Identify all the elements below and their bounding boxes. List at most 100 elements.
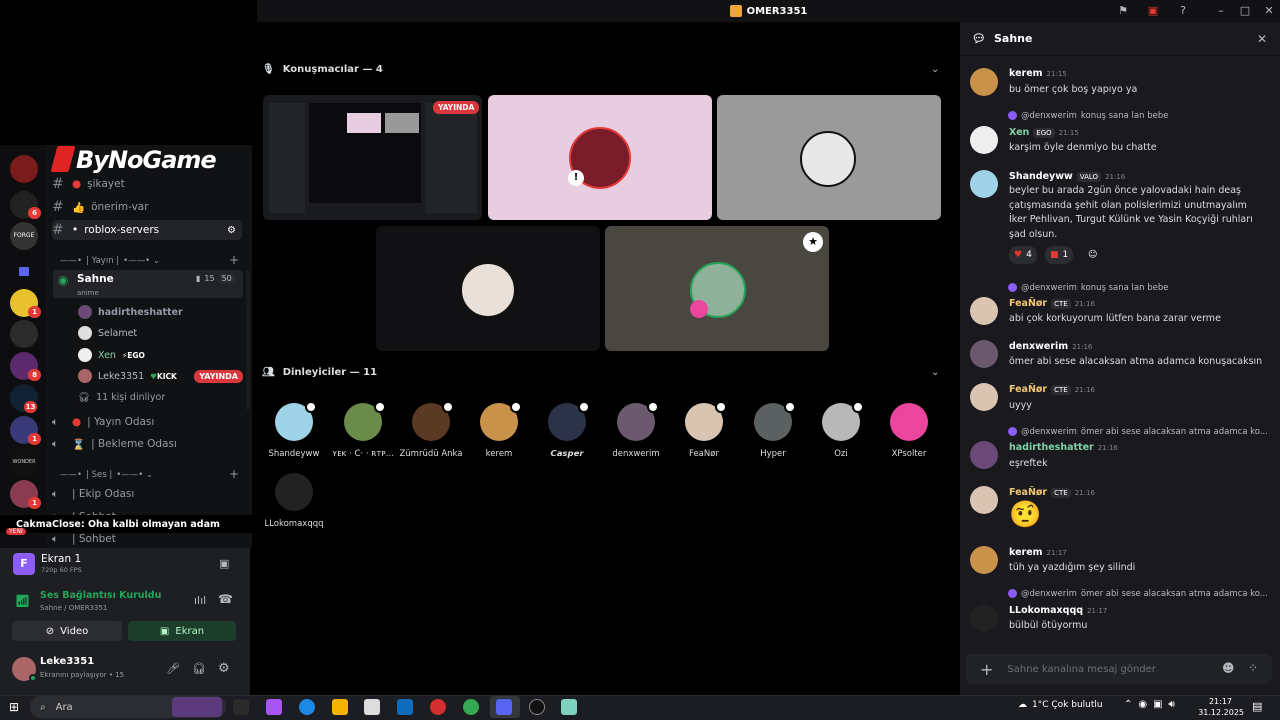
message-avatar[interactable] xyxy=(970,546,998,574)
reply-preview[interactable]: @denxwerim ömer abi sese alacaksan atma a… xyxy=(1008,427,1268,437)
stage-member[interactable]: Leke3351 ♥KICK YAYINDA xyxy=(78,366,243,386)
clock-time[interactable]: 21:17 xyxy=(1202,697,1232,706)
clock-date[interactable]: 31.12.2025 xyxy=(1196,708,1244,717)
reaction-flag[interactable]: ■ 1 xyxy=(1045,246,1074,264)
reaction-heart[interactable]: ♥ 4 xyxy=(1009,246,1037,264)
microphone-icon[interactable]: 🎤︎ xyxy=(166,662,180,675)
notepad-icon[interactable] xyxy=(561,699,577,715)
message-author[interactable]: FeaÑør xyxy=(1009,384,1047,395)
opera-icon[interactable] xyxy=(430,699,446,715)
voice-channel-ekip-odasi[interactable]: 🔈︎ | Ekip Odası xyxy=(52,484,134,504)
message-avatar[interactable] xyxy=(970,297,998,325)
message-author[interactable]: denxwerim xyxy=(1009,341,1068,352)
reply-preview[interactable]: @denxwerim konuş sana lan bebe xyxy=(1008,283,1168,293)
listener[interactable]: denxwerim xyxy=(604,401,668,459)
message-author[interactable]: kerem xyxy=(1009,68,1043,79)
close-window-icon[interactable]: ✕ xyxy=(1262,4,1276,18)
server-icon[interactable]: WONDER xyxy=(10,448,38,476)
listener[interactable]: Shandeyww xyxy=(262,401,326,459)
window-icon[interactable]: ▣ xyxy=(1146,4,1160,18)
chrome-icon[interactable] xyxy=(463,699,479,715)
listener[interactable]: ʏᴇᴋ · Ϲ· · ʀᴛᴘ... xyxy=(331,401,395,459)
task-view-icon[interactable] xyxy=(233,699,249,715)
reply-preview[interactable]: @denxwerim ömer abi sese alacaksan atma a… xyxy=(1008,589,1268,599)
store-icon[interactable] xyxy=(364,699,380,715)
add-channel-icon[interactable]: + xyxy=(229,253,239,267)
message-avatar[interactable] xyxy=(970,441,998,469)
maximize-icon[interactable]: □ xyxy=(1238,4,1252,18)
listener[interactable]: kerem xyxy=(467,401,531,459)
channel-onerim-var[interactable]: # 👍 önerim-var xyxy=(52,197,149,217)
voice-channel-bekleme-odasi[interactable]: 🔈︎ ⌛ | Bekleme Odası xyxy=(52,434,177,454)
stage-member[interactable]: hadirtheshatter xyxy=(78,302,183,322)
message-avatar[interactable] xyxy=(970,126,998,154)
screen-button[interactable]: ▣ Ekran xyxy=(128,621,236,641)
disconnect-icon[interactable]: ☎︎ xyxy=(218,592,233,606)
channel-scrollbar[interactable] xyxy=(246,270,250,410)
speakers-header[interactable]: 🎙︎ Konuşmacılar — 4 xyxy=(262,64,383,75)
message-avatar[interactable] xyxy=(970,68,998,96)
voice-status-title[interactable]: Ses Bağlantısı Kuruldu xyxy=(40,590,161,601)
noise-suppression-icon[interactable]: ılıl xyxy=(194,594,206,607)
listeners-row[interactable]: 🎧︎ 11 kişi dinliyor xyxy=(78,387,165,407)
obs-icon[interactable] xyxy=(529,699,545,715)
stage-member[interactable]: Selamet xyxy=(78,323,137,343)
settings-icon[interactable]: ⚙ xyxy=(218,661,230,676)
category-yayin[interactable]: ——• | Yayın | •——• ⌄ xyxy=(60,256,160,266)
close-chat-icon[interactable]: ✕ xyxy=(1257,32,1267,46)
listener[interactable]: LLokomaxqqq xyxy=(262,473,326,529)
add-reaction-icon[interactable]: ☺ xyxy=(1083,246,1102,264)
chevron-down-icon[interactable]: ⌄ xyxy=(931,64,939,75)
voice-channel-sohbet-2[interactable]: 🔈︎ | Sohbet xyxy=(52,529,116,549)
outlook-icon[interactable] xyxy=(397,699,413,715)
message-avatar[interactable] xyxy=(970,383,998,411)
discord-icon[interactable] xyxy=(496,699,512,715)
stage-member[interactable]: Xen ⚡EGO xyxy=(78,345,145,365)
server-icon[interactable]: FORGE xyxy=(10,222,38,250)
help-icon[interactable]: ? xyxy=(1176,4,1190,18)
reply-preview[interactable]: @denxwerim konuş sana lan bebe xyxy=(1008,111,1168,121)
apps-icon[interactable]: ⁘ xyxy=(1248,661,1258,675)
message-avatar[interactable] xyxy=(970,170,998,198)
inbox-icon[interactable]: ⚑ xyxy=(1116,4,1130,18)
emoji-icon[interactable]: ☻ xyxy=(1222,661,1235,675)
message-author[interactable]: Shandeyww xyxy=(1009,171,1073,182)
message-avatar[interactable] xyxy=(970,340,998,368)
weather-widget[interactable]: ☁︎ 1°C Çok bulutlu xyxy=(1018,700,1103,710)
listeners-header[interactable]: 👥︎ Dinleyiciler — 11 xyxy=(262,367,377,378)
listener[interactable]: Hyper xyxy=(741,401,805,459)
listener[interactable]: XPsolter xyxy=(877,403,941,459)
message-avatar[interactable] xyxy=(970,486,998,514)
stop-share-icon[interactable]: ▣ xyxy=(219,557,229,570)
listener[interactable]: 𝘾𝙖𝙨𝙥𝙚𝙧 xyxy=(535,401,599,459)
folder-icon[interactable] xyxy=(10,257,38,285)
tray-icons[interactable]: ⌃◉▣🔊︎ xyxy=(1124,699,1181,710)
add-attachment-icon[interactable]: + xyxy=(980,660,993,679)
add-channel-icon[interactable]: + xyxy=(229,467,239,481)
headphones-icon[interactable]: 🎧︎ xyxy=(192,662,206,675)
listener[interactable]: Zümrüdü Anka xyxy=(399,401,463,459)
copilot-icon[interactable] xyxy=(266,699,282,715)
server-icon[interactable] xyxy=(10,320,38,348)
category-ses[interactable]: ——• | Ses | •——• ⌄ xyxy=(60,470,153,480)
voice-channel-yayin-odasi[interactable]: 🔈︎ ● | Yayın Odası xyxy=(52,412,154,432)
windows-start-icon[interactable]: ⊞ xyxy=(9,700,19,714)
message-author[interactable]: FeaÑør xyxy=(1009,487,1047,498)
message-author[interactable]: LLokomaxqqq xyxy=(1009,605,1083,616)
listener[interactable]: FeaÑør xyxy=(672,401,736,459)
server-icon[interactable] xyxy=(10,155,38,183)
message-author[interactable]: FeaÑør xyxy=(1009,298,1047,309)
message-author[interactable]: Xen xyxy=(1009,127,1029,138)
settings-icon[interactable]: ⚙ xyxy=(227,225,236,236)
video-button[interactable]: ⊘ Video xyxy=(12,621,122,641)
message-author[interactable]: hadirtheshatter xyxy=(1009,442,1094,453)
notifications-icon[interactable]: ▤ xyxy=(1252,700,1262,713)
explorer-icon[interactable] xyxy=(332,699,348,715)
listener[interactable]: Ozi xyxy=(809,401,873,459)
message-author[interactable]: kerem xyxy=(1009,547,1043,558)
minimize-icon[interactable]: – xyxy=(1214,4,1228,18)
chevron-down-icon[interactable]: ⌄ xyxy=(931,367,939,378)
message-avatar[interactable] xyxy=(970,604,998,632)
edge-icon[interactable] xyxy=(299,699,315,715)
channel-roblox-servers[interactable]: # • roblox-servers ⚙ xyxy=(52,220,242,240)
